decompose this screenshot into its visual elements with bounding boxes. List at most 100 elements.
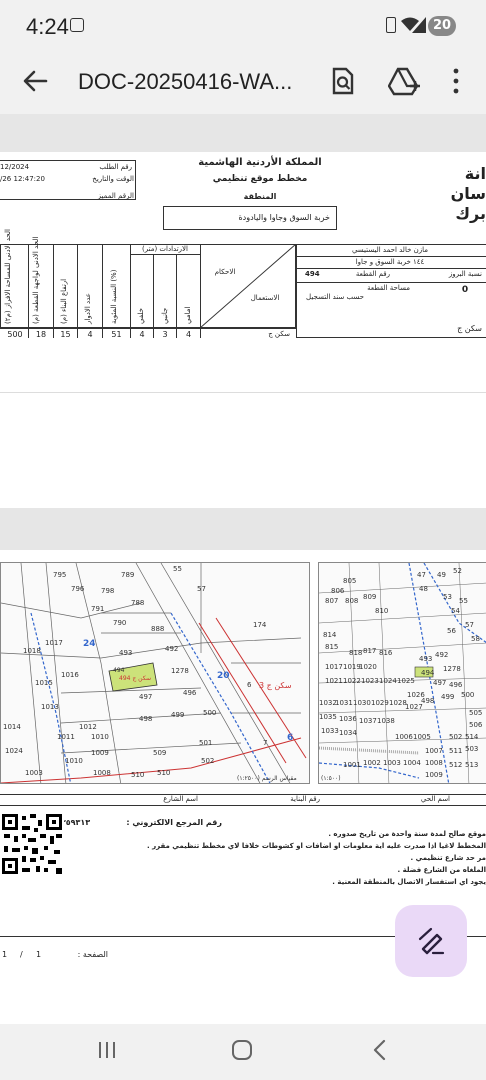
note-4: الملغاه من الشارع فضلة . (397, 866, 486, 874)
overview-lot: 55 (459, 597, 468, 605)
overview-lot: 48 (419, 585, 428, 593)
road-number: 24 (83, 639, 96, 649)
overview-lot: 492 (435, 651, 449, 659)
value-height: 15 (60, 330, 71, 339)
recent-apps-icon[interactable] (97, 1040, 117, 1060)
note-5: يجود اي استفسار الاتصال بالمنطقة المعنية… (332, 878, 486, 886)
overview-lot: 809 (363, 593, 377, 601)
street-field-street: اسم الشارع (163, 795, 198, 803)
region-label: المنطقة (243, 192, 277, 201)
map-lot-label: 509 (153, 749, 167, 757)
plot-zone-label: سكن ج 494 (119, 675, 152, 682)
map-lot-label: 6 (247, 681, 252, 689)
col-sep (77, 244, 78, 338)
value-front: 4 (185, 330, 192, 339)
plot-label: رقم القطعة (355, 270, 390, 278)
setbacks-title: الارتدادات (متر) (142, 245, 188, 253)
overview-lot: 1024 (379, 677, 397, 685)
overview-lot: 1006 (395, 733, 413, 741)
overview-lot: 1002 (363, 759, 381, 767)
overview-lot: 815 (325, 643, 339, 651)
col-sep (102, 244, 103, 338)
map-lot-label: 1013 (41, 703, 59, 711)
overview-lot: 500 (461, 691, 475, 699)
map-lot-label: 1009 (91, 749, 109, 757)
more-options-icon[interactable] (452, 68, 460, 94)
page-label: الصفحة : (77, 950, 108, 959)
overview-lot: 816 (379, 649, 393, 657)
map-lot-label: 788 (131, 599, 145, 607)
overview-lot: 1036 (339, 715, 357, 723)
owner-village: ١٤٤ خربة السوق و جاوا (355, 258, 425, 266)
map-lot-label: 1018 (23, 647, 41, 655)
owner-name: مازن خالد احمد اليستيسي (351, 246, 429, 254)
overview-lot: 1004 (403, 759, 421, 767)
overview-lot: 52 (453, 567, 462, 575)
road-number: 6 (287, 733, 294, 743)
map-lot-label: 1278 (171, 667, 189, 675)
left-logo-line-3: برك (455, 204, 486, 223)
row-sep (130, 254, 200, 255)
overview-lot: 1009 (425, 771, 443, 779)
battery-level: 20 (432, 18, 452, 33)
col-sep (176, 254, 177, 338)
value-side: 3 (162, 330, 168, 339)
note-2: المخطط لاغيا اذا صدرت عليه اية معلومات ا… (147, 842, 486, 850)
col-header-7: الحد الادنى لواجهة القطعة (م) (32, 236, 40, 324)
left-logo-line-2: سان (450, 184, 486, 203)
rules-diagonal (200, 244, 296, 328)
overview-lot: 494 (421, 669, 435, 677)
overview-lot: 1021 (325, 677, 343, 685)
qr-code (0, 812, 64, 876)
map-lot-label: 510 (131, 771, 145, 779)
kingdom-title: المملكة الأردنية الهاشمية (198, 157, 322, 168)
back-nav-icon[interactable] (372, 1039, 386, 1061)
overview-lot: 57 (465, 621, 474, 629)
overview-lot: 58 (471, 635, 480, 643)
map-lot-label: 493 (119, 649, 133, 657)
col-header-6: ارتفاع البناء (م) (60, 278, 68, 324)
map-lot-label: 1011 (57, 733, 75, 741)
left-logo-line-1: انة (464, 164, 486, 183)
back-arrow-icon[interactable] (22, 68, 48, 94)
site-map-overview: 805 806 807 808 809 810 47 49 52 48 53 5… (318, 562, 486, 784)
overview-lot: 1030 (353, 699, 371, 707)
map-lot-label: 501 (199, 739, 213, 747)
home-icon[interactable] (232, 1040, 252, 1060)
overview-lot: 1017 (325, 663, 343, 671)
page-separator: / (20, 950, 23, 959)
overview-lot: 1033 (321, 727, 339, 735)
col-sep (28, 244, 29, 338)
map-lot-label: 796 (71, 585, 85, 593)
overview-lot: 506 (469, 721, 483, 729)
overview-lot: 497 (433, 679, 447, 687)
site-map-detail: 795 796 789 55 798 791 788 57 790 888 10… (0, 562, 310, 784)
map-lot-label: 55 (173, 565, 182, 573)
overview-lot: 1029 (371, 699, 389, 707)
search-document-icon[interactable] (331, 67, 355, 95)
map-lot-label: 510 (157, 769, 171, 777)
overview-lot: 1027 (405, 703, 423, 711)
col-header-5: عدد الادوار (84, 293, 92, 324)
overview-lot: 1037 (359, 717, 377, 725)
document-title: DOC-20250416-WA... (78, 69, 293, 94)
notification-icon (70, 18, 84, 32)
map-lot-label: 500 (203, 709, 217, 717)
row-sep (296, 256, 486, 257)
col-sep (53, 244, 54, 338)
row-sep (296, 282, 486, 283)
pdf-viewer[interactable]: المملكة الأردنية الهاشمية مخطط موقع تنظي… (0, 114, 486, 1028)
overview-lot: 1038 (377, 717, 395, 725)
annotate-button[interactable] (395, 905, 467, 977)
value-min-area: 500 (7, 330, 23, 339)
setbacks-divider (0, 328, 296, 329)
overview-lot: 513 (465, 761, 479, 769)
overview-lot: 805 (343, 577, 357, 585)
drive-add-icon[interactable] (388, 67, 420, 97)
map-lot-label: 789 (121, 571, 135, 579)
overview-lot: 54 (451, 607, 460, 615)
map-lot-label: 174 (253, 621, 267, 629)
overview-lot: 1008 (425, 759, 443, 767)
value-floors: 4 (87, 330, 93, 339)
overview-lot: 1278 (443, 665, 461, 673)
